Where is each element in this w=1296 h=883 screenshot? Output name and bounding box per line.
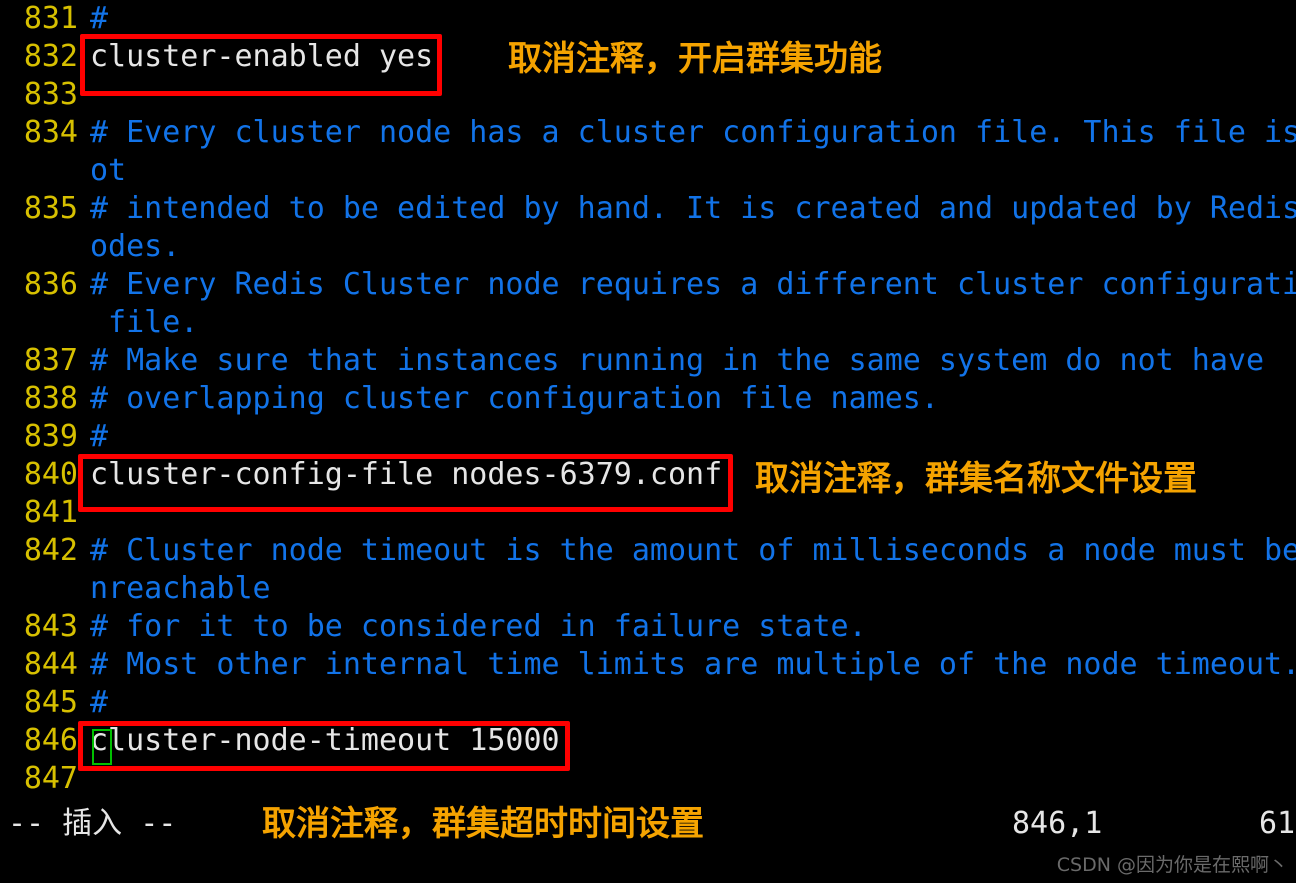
line-content[interactable]: # for it to be considered in failure sta… <box>90 608 867 646</box>
line-wrap-content: ot <box>90 153 127 188</box>
line-number: 841 <box>23 495 78 530</box>
status-cursor-position: 846,1 <box>1012 806 1103 841</box>
terminal-window: 831 # 832 cluster-enabled yes 833 834 # … <box>0 0 1296 883</box>
line-number: 832 <box>23 39 78 74</box>
line-wrap-content: nreachable <box>90 571 271 606</box>
editor-line-wrap: ot <box>0 152 1296 190</box>
editor-line[interactable]: 844 # Most other internal time limits ar… <box>0 646 1296 684</box>
status-mode-indicator: -- 插入 -- <box>8 806 177 841</box>
editor-line[interactable]: 845 # <box>0 684 1296 722</box>
line-content[interactable]: # <box>90 418 108 456</box>
editor-line-wrap: odes. <box>0 228 1296 266</box>
editor-line[interactable]: 841 <box>0 494 1296 532</box>
editor-line[interactable]: 842 # Cluster node timeout is the amount… <box>0 532 1296 570</box>
editor-line[interactable]: 838 # overlapping cluster configuration … <box>0 380 1296 418</box>
line-number: 847 <box>23 761 78 796</box>
line-content[interactable]: # intended to be edited by hand. It is c… <box>90 190 1296 228</box>
line-number: 833 <box>23 77 78 112</box>
line-number: 837 <box>23 343 78 378</box>
line-number: 845 <box>23 685 78 720</box>
line-content[interactable]: # <box>90 0 108 38</box>
line-number: 838 <box>23 381 78 416</box>
editor-line[interactable]: 836 # Every Redis Cluster node requires … <box>0 266 1296 304</box>
line-number: 840 <box>23 457 78 492</box>
line-content[interactable]: # <box>90 684 108 722</box>
line-content[interactable]: # Make sure that instances running in th… <box>90 342 1264 380</box>
editor-line[interactable]: 835 # intended to be edited by hand. It … <box>0 190 1296 228</box>
editor-buffer[interactable]: 831 # 832 cluster-enabled yes 833 834 # … <box>0 0 1296 800</box>
line-number: 843 <box>23 609 78 644</box>
editor-line[interactable]: 834 # Every cluster node has a cluster c… <box>0 114 1296 152</box>
line-wrap-content: file. <box>90 305 199 340</box>
editor-line[interactable]: 847 <box>0 760 1296 798</box>
editor-line[interactable]: 833 <box>0 76 1296 114</box>
line-content[interactable]: # Every Redis Cluster node requires a di… <box>90 266 1296 304</box>
editor-line[interactable]: 839 # <box>0 418 1296 456</box>
editor-line[interactable]: 837 # Make sure that instances running i… <box>0 342 1296 380</box>
editor-line[interactable]: 846 cluster-node-timeout 15000 <box>0 722 1296 760</box>
line-number: 836 <box>23 267 78 302</box>
editor-line-wrap: file. <box>0 304 1296 342</box>
line-wrap-content: odes. <box>90 229 181 264</box>
line-content[interactable]: # Most other internal time limits are mu… <box>90 646 1296 684</box>
line-number: 846 <box>23 723 78 758</box>
line-content[interactable]: # overlapping cluster configuration file… <box>90 380 939 418</box>
line-content[interactable]: cluster-node-timeout 15000 <box>90 722 560 760</box>
line-number: 844 <box>23 647 78 682</box>
annotation-cluster-enabled: 取消注释，开启群集功能 <box>508 39 882 79</box>
status-bar: -- 插入 -- 取消注释，群集超时时间设置 846,1 61 <box>0 800 1296 848</box>
line-number: 835 <box>23 191 78 226</box>
editor-line[interactable]: 843 # for it to be considered in failure… <box>0 608 1296 646</box>
line-content[interactable]: cluster-config-file nodes-6379.conf <box>90 456 722 494</box>
line-number: 831 <box>23 1 78 36</box>
line-number: 839 <box>23 419 78 454</box>
annotation-cluster-node-timeout: 取消注释，群集超时时间设置 <box>262 804 704 844</box>
editor-line-wrap: nreachable <box>0 570 1296 608</box>
line-number: 834 <box>23 115 78 150</box>
line-number: 842 <box>23 533 78 568</box>
annotation-cluster-config-file: 取消注释，群集名称文件设置 <box>755 459 1197 499</box>
line-content[interactable]: # Every cluster node has a cluster confi… <box>90 114 1296 152</box>
line-content[interactable]: cluster-enabled yes <box>90 38 433 76</box>
line-content[interactable]: # Cluster node timeout is the amount of … <box>90 532 1296 570</box>
editor-line[interactable]: 831 # <box>0 0 1296 38</box>
status-scroll-percent: 61 <box>1259 806 1296 841</box>
watermark: CSDN @因为你是在熙啊丶 <box>1056 854 1288 876</box>
